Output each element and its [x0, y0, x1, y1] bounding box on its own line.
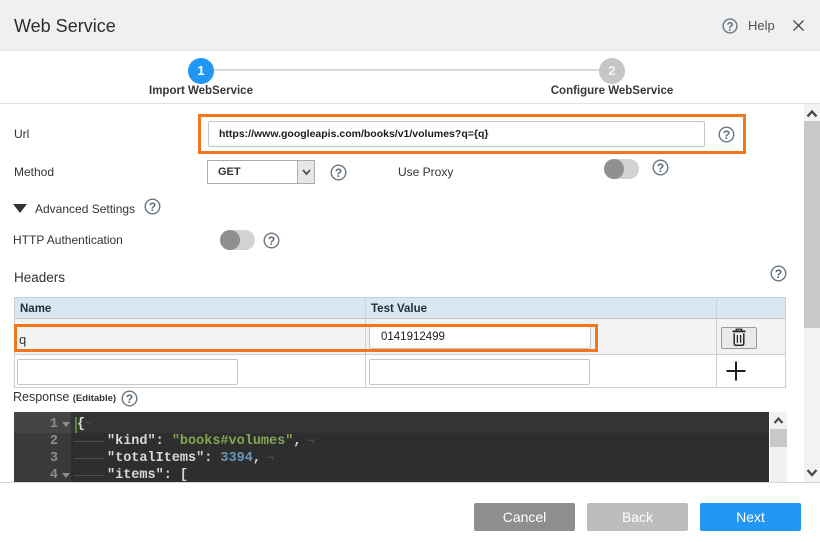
svg-text:?: ?	[126, 392, 133, 406]
svg-text:?: ?	[723, 128, 730, 142]
svg-text:?: ?	[149, 200, 156, 214]
svg-text:?: ?	[268, 234, 275, 248]
svg-text:?: ?	[726, 21, 733, 33]
svg-text:?: ?	[335, 166, 342, 180]
svg-text:?: ?	[775, 267, 782, 281]
svg-text:?: ?	[657, 161, 664, 175]
